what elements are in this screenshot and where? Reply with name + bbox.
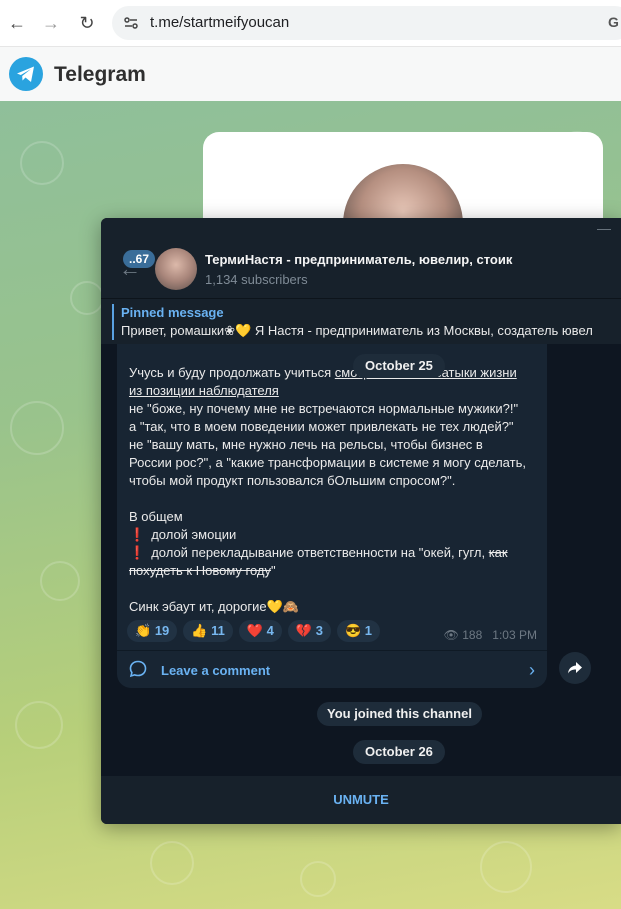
service-message-joined: You joined this channel <box>317 702 482 726</box>
translate-icon[interactable]: G <box>608 14 619 30</box>
telegram-window: — ← ..67 ТермиНастя - предприниматель, ю… <box>101 218 621 824</box>
share-button[interactable] <box>559 652 591 684</box>
leave-comment-button[interactable]: Leave a comment › <box>117 652 547 688</box>
text-line: не "боже, ну почему мне не встречаются н… <box>129 401 519 416</box>
url-text[interactable]: t.me/startmeifyoucan <box>150 14 289 31</box>
reactions-row: 👏 19 👍 11 ❤️ 4 💔 3 😎 1 <box>127 620 386 644</box>
window-titlebar: — <box>101 218 621 242</box>
reaction-thumbs-up[interactable]: 👍 11 <box>183 620 233 642</box>
text-line: долой перекладывание ответственности на … <box>151 545 489 560</box>
unread-badge: ..67 <box>123 250 156 268</box>
comment-icon <box>129 660 147 678</box>
date-separator: October 25 <box>353 354 445 378</box>
channel-title[interactable]: ТермиНастя - предприниматель, ювелир, ст… <box>205 252 512 267</box>
unmute-button[interactable]: UNMUTE <box>101 776 621 824</box>
text-line: Синк эбаут ит, дорогие💛🙈 <box>129 599 299 614</box>
reload-icon[interactable]: ↻ <box>74 10 100 36</box>
text-line: " <box>271 563 276 578</box>
site-settings-icon[interactable] <box>120 12 142 34</box>
text-link[interactable]: из позиции наблюдателя <box>129 383 279 398</box>
message-time: 1:03 PM <box>492 628 537 642</box>
text-line: а "так, что в моем поведении может привл… <box>129 419 514 434</box>
telegram-logo-icon <box>9 57 43 91</box>
message-text: Учусь и буду продолжать учиться смотреть… <box>129 364 541 616</box>
message-bubble: Учусь и буду продолжать учиться смотреть… <box>117 344 547 688</box>
bottom-bar: UNMUTE <box>101 776 621 824</box>
comment-divider <box>117 650 547 651</box>
message-meta: 👁 188 1:03 PM <box>444 628 537 642</box>
pinned-message-bar[interactable]: Pinned message Привет, ромашки❀💛 Я Настя… <box>101 298 621 345</box>
pinned-title: Pinned message <box>121 305 224 320</box>
share-arrow-icon <box>568 662 582 674</box>
comment-label: Leave a comment <box>161 663 271 678</box>
text-line: России рос?", а "какие трансформации в с… <box>129 455 526 470</box>
address-bar[interactable]: t.me/startmeifyoucan G <box>112 6 621 40</box>
app-title: Telegram <box>54 63 146 86</box>
exclamation-icon: ❗ <box>129 545 146 560</box>
view-count: 188 <box>462 628 483 642</box>
views-icon: 👁 <box>443 628 459 642</box>
text-line: не "вашу мать, мне нужно лечь на рельсы,… <box>129 437 483 452</box>
chat-header[interactable]: ← ..67 ТермиНастя - предприниматель, юве… <box>101 242 621 298</box>
strikethrough-text: похудеть к Новому году <box>129 563 272 578</box>
exclamation-icon: ❗ <box>129 527 146 542</box>
minimize-icon[interactable]: — <box>597 220 611 236</box>
reaction-clap[interactable]: 👏 19 <box>127 620 178 642</box>
text-line: долой эмоции <box>151 527 237 542</box>
forward-icon[interactable]: → <box>38 10 64 36</box>
subscriber-count: 1,134 subscribers <box>205 272 308 287</box>
text-line: чтобы мой продукт пользовался бОльшим сп… <box>129 473 456 488</box>
telegram-header: Telegram <box>0 47 621 101</box>
text-line: Учусь и буду продолжать учиться <box>129 365 335 380</box>
message-area: Учусь и буду продолжать учиться смотреть… <box>101 344 621 776</box>
channel-avatar[interactable] <box>155 248 197 290</box>
reaction-broken-heart[interactable]: 💔 3 <box>287 620 331 642</box>
back-icon[interactable]: ← <box>4 10 30 36</box>
reaction-sunglasses[interactable]: 😎 1 <box>336 620 380 642</box>
text-line: В общем <box>129 509 183 524</box>
reaction-heart[interactable]: ❤️ 4 <box>238 620 282 642</box>
chevron-right-icon: › <box>529 660 535 680</box>
pinned-accent-bar <box>112 304 114 340</box>
pinned-text: Привет, ромашки❀💛 Я Настя - предпринимат… <box>121 323 593 338</box>
date-separator-2: October 26 <box>353 740 445 764</box>
browser-toolbar: ← → ↻ t.me/startmeifyoucan G <box>0 0 621 47</box>
strikethrough-text: как <box>488 545 508 560</box>
